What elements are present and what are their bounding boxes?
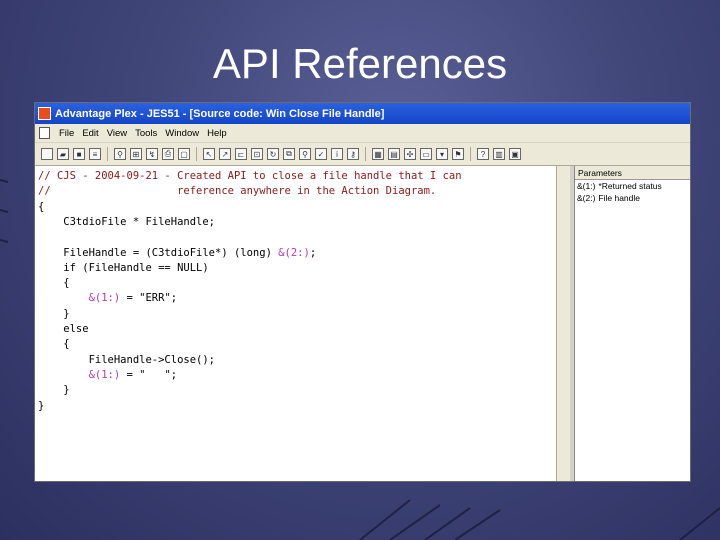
- connect-icon[interactable]: ↯: [146, 148, 158, 160]
- code-line: if (FileHandle == NULL): [38, 261, 209, 274]
- toolbar-separator: [470, 147, 471, 161]
- code-line: FileHandle->Close();: [38, 353, 216, 366]
- code-line: C3tdioFile * FileHandle;: [38, 215, 216, 228]
- parameter-label: &(1:): [577, 181, 596, 191]
- find-icon[interactable]: ⚲: [114, 148, 126, 160]
- code-line: else: [38, 323, 89, 335]
- open-icon[interactable]: ▰: [57, 148, 69, 160]
- parameter-item[interactable]: &(2:) File handle: [575, 192, 690, 204]
- dropdown-icon[interactable]: ▾: [436, 148, 448, 160]
- app-icon: [38, 107, 51, 120]
- menu-bar: File Edit View Tools Window Help: [35, 124, 690, 143]
- table-icon[interactable]: ▤: [388, 148, 400, 160]
- model-icon[interactable]: ✣: [404, 148, 416, 160]
- new-icon[interactable]: [41, 148, 53, 160]
- code-line: {: [38, 277, 70, 290]
- window-icon[interactable]: ▣: [509, 148, 521, 160]
- link-icon[interactable]: ↗: [219, 148, 231, 160]
- layout-icon[interactable]: ▥: [493, 148, 505, 160]
- help-icon[interactable]: ?: [477, 148, 489, 160]
- info-icon[interactable]: i: [331, 148, 343, 160]
- code-line: FileHandle = (C3tdioFile*) (long) &(2:);: [38, 246, 317, 259]
- save-icon[interactable]: ■: [73, 148, 85, 160]
- print-icon[interactable]: ⎙: [162, 148, 174, 160]
- code-line: {: [38, 338, 70, 351]
- code-line: }: [38, 399, 45, 412]
- properties-icon[interactable]: ≡: [89, 148, 101, 160]
- parameters-header: Parameters: [575, 166, 690, 180]
- copy-icon[interactable]: ⧉: [283, 148, 295, 160]
- menu-file[interactable]: File: [55, 128, 78, 139]
- window-title: Advantage Plex - JES51 - [Source code: W…: [55, 107, 385, 120]
- editor-area: // CJS - 2004-09-21 - Created API to clo…: [35, 166, 690, 481]
- window-titlebar[interactable]: Advantage Plex - JES51 - [Source code: W…: [35, 103, 690, 124]
- code-line: {: [38, 200, 45, 213]
- code-line: &(1:) = "ERR";: [88, 292, 178, 305]
- select-icon[interactable]: ↖: [203, 148, 215, 160]
- object-icon[interactable]: ⊡: [251, 148, 263, 160]
- menu-tools[interactable]: Tools: [131, 128, 161, 139]
- grid-icon[interactable]: ▦: [372, 148, 384, 160]
- code-line: &(1:) = " ";: [88, 368, 178, 381]
- document-icon[interactable]: [39, 127, 50, 139]
- menu-edit[interactable]: Edit: [78, 128, 102, 139]
- parameter-label: &(2:): [577, 193, 596, 203]
- check-icon[interactable]: ✓: [315, 148, 327, 160]
- toolbar-separator: [107, 147, 108, 161]
- parameters-pane: Parameters &(1:) *Returned status &(2:) …: [574, 166, 690, 481]
- panel-icon[interactable]: ▭: [420, 148, 432, 160]
- slide-title: API References: [212, 40, 508, 87]
- parameter-description: *Returned status: [598, 181, 662, 191]
- parameter-reference: &(1:): [88, 292, 121, 305]
- preview-icon[interactable]: ▢: [178, 148, 190, 160]
- toolbar: ▰ ■ ≡ ⚲ ⊞ ↯ ⎙ ▢ ↖ ↗ ⊏ ⊡ ↻ ⧉ ⚲ ✓ i ⚷ ▦ ▤ …: [35, 143, 690, 166]
- menu-help[interactable]: Help: [203, 128, 231, 139]
- code-editor[interactable]: // CJS - 2004-09-21 - Created API to clo…: [35, 166, 556, 481]
- code-line: // CJS - 2004-09-21 - Created API to clo…: [38, 170, 462, 182]
- search-icon[interactable]: ⚲: [299, 148, 311, 160]
- code-line: }: [38, 384, 70, 397]
- app-window: Advantage Plex - JES51 - [Source code: W…: [34, 102, 691, 482]
- diagram-icon[interactable]: ⊞: [130, 148, 142, 160]
- refresh-icon[interactable]: ↻: [267, 148, 279, 160]
- parameter-reference: &(1:): [88, 368, 121, 381]
- parameter-reference: &(2:): [278, 246, 310, 259]
- tree-icon[interactable]: ⊏: [235, 148, 247, 160]
- toolbar-separator: [365, 147, 366, 161]
- menu-window[interactable]: Window: [161, 128, 203, 139]
- code-line: }: [38, 307, 70, 320]
- parameter-description: File handle: [598, 193, 641, 203]
- code-line: // reference anywhere in the Action Diag…: [38, 185, 437, 198]
- key-icon[interactable]: ⚷: [347, 148, 359, 160]
- toolbar-separator: [196, 147, 197, 161]
- parameter-item[interactable]: &(1:) *Returned status: [575, 180, 690, 192]
- flag-icon[interactable]: ⚑: [452, 148, 464, 160]
- menu-view[interactable]: View: [103, 128, 131, 139]
- code-scrollbar[interactable]: [556, 166, 570, 481]
